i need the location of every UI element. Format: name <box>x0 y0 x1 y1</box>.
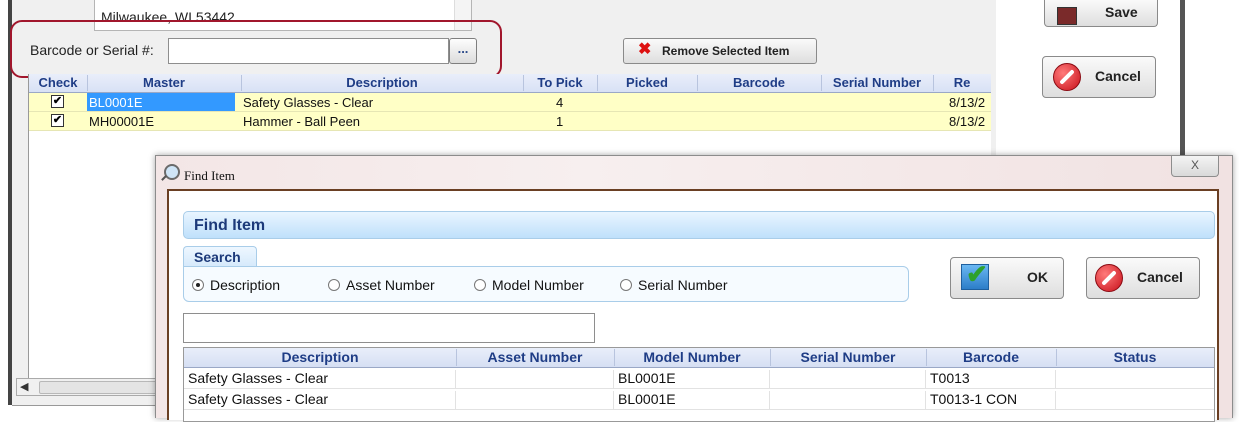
checkmark-icon <box>961 259 989 290</box>
col-header[interactable]: Serial Number <box>770 349 927 366</box>
cancel-icon <box>1053 63 1081 91</box>
dialog-body: Find Item Search Description Asset Numbe… <box>167 189 1219 422</box>
dialog-title: Find Item <box>184 168 235 183</box>
cancel-button[interactable]: Cancel <box>1042 56 1156 98</box>
col-header[interactable]: Barcode <box>926 349 1057 366</box>
description-cell: Safety Glasses - Clear <box>243 95 374 110</box>
re-cell: 8/13/2 <box>949 114 986 129</box>
search-tab-label: Search <box>194 249 241 265</box>
radio-selected-icon[interactable] <box>192 279 204 291</box>
cancel-icon <box>1095 264 1123 292</box>
cancel-label: Cancel <box>1095 68 1141 84</box>
col-header[interactable]: Status <box>1056 349 1214 366</box>
re-cell: 8/13/2 <box>949 95 986 110</box>
col-header[interactable]: Re <box>933 75 991 91</box>
table-row[interactable]: ✔ BL0001E Safety Glasses - Clear 4 8/13/… <box>29 93 991 112</box>
highlight-ring <box>10 20 502 78</box>
radio-label: Serial Number <box>638 277 728 293</box>
col-header[interactable]: Serial Number <box>821 75 934 91</box>
barcode-cell: T0013 <box>926 370 1056 388</box>
master-cell: BL0001E <box>89 95 143 110</box>
magnifier-icon <box>164 164 180 180</box>
dialog-title-bar[interactable]: Find Item X <box>156 156 1232 189</box>
save-label: Save <box>1105 4 1138 20</box>
col-header[interactable]: Check <box>29 75 88 91</box>
search-options-group: Description Asset Number Model Number Se… <box>183 266 909 302</box>
red-x-icon: ✖ <box>638 41 652 58</box>
results-grid: Description Asset Number Model Number Se… <box>183 347 1215 422</box>
radio-icon[interactable] <box>474 279 486 291</box>
dialog-header-bar: Find Item <box>183 211 1215 239</box>
model-cell: BL0001E <box>614 370 770 388</box>
close-button[interactable]: X <box>1171 156 1219 177</box>
horizontal-scrollbar[interactable]: ◀ <box>16 378 178 396</box>
save-icon <box>1057 7 1077 25</box>
description-cell: Safety Glasses - Clear <box>184 391 456 409</box>
col-header[interactable]: Model Number <box>614 349 771 366</box>
radio-icon[interactable] <box>620 279 632 291</box>
ok-button[interactable]: OK <box>950 257 1064 299</box>
search-tab[interactable]: Search <box>183 246 257 267</box>
asset-cell <box>456 391 614 409</box>
scroll-thumb[interactable] <box>39 381 171 394</box>
col-header[interactable]: Master <box>87 75 242 91</box>
status-cell <box>1056 391 1214 409</box>
dialog-content: Find Item Search Description Asset Numbe… <box>171 193 1215 422</box>
col-header[interactable]: Barcode <box>697 75 822 91</box>
results-header: Description Asset Number Model Number Se… <box>184 348 1214 368</box>
radio-label: Description <box>210 277 281 293</box>
col-header[interactable]: Description <box>184 349 457 366</box>
row-checkbox[interactable]: ✔ <box>51 114 64 127</box>
table-row[interactable]: Safety Glasses - Clear BL0001E T0013 <box>184 368 1214 389</box>
radio-serial-number[interactable]: Serial Number <box>620 277 727 293</box>
table-row[interactable]: ✔ MH00001E Hammer - Ball Peen 1 8/13/2 <box>29 112 991 131</box>
ok-label: OK <box>1027 269 1048 285</box>
radio-model-number[interactable]: Model Number <box>474 277 584 293</box>
remove-selected-item-button[interactable]: ✖ Remove Selected Item <box>623 38 817 64</box>
status-cell <box>1056 370 1214 388</box>
table-row[interactable]: Safety Glasses - Clear BL0001E T0013-1 C… <box>184 389 1214 410</box>
serial-cell <box>770 370 926 388</box>
description-cell: Safety Glasses - Clear <box>184 370 456 388</box>
to-pick-cell: 4 <box>556 95 564 110</box>
grid-header: Check Master Description To Pick Picked … <box>29 74 991 93</box>
asset-cell <box>456 370 614 388</box>
to-pick-cell: 1 <box>556 114 564 129</box>
radio-label: Model Number <box>492 277 584 293</box>
cancel-label: Cancel <box>1137 269 1183 285</box>
barcode-cell: T0013-1 CON <box>926 391 1056 409</box>
scroll-left-icon[interactable]: ◀ <box>20 380 28 393</box>
model-cell: BL0001E <box>614 391 770 409</box>
radio-label: Asset Number <box>346 277 435 293</box>
radio-asset-number[interactable]: Asset Number <box>328 277 435 293</box>
master-cell: MH00001E <box>89 114 155 129</box>
radio-icon[interactable] <box>328 279 340 291</box>
search-input[interactable] <box>183 313 595 343</box>
serial-cell <box>770 391 926 409</box>
dialog-cancel-button[interactable]: Cancel <box>1086 257 1200 299</box>
dialog-header: Find Item <box>194 217 266 234</box>
col-header[interactable]: To Pick <box>523 75 598 91</box>
description-cell: Hammer - Ball Peen <box>243 114 361 129</box>
col-header[interactable]: Asset Number <box>456 349 615 366</box>
radio-description[interactable]: Description <box>192 277 280 293</box>
col-header[interactable]: Description <box>241 75 524 91</box>
col-header[interactable]: Picked <box>597 75 698 91</box>
remove-button-label: Remove Selected Item <box>662 44 790 58</box>
save-button[interactable]: Save <box>1044 0 1158 27</box>
find-item-dialog: Find Item X Find Item Search Description… <box>155 155 1233 422</box>
row-checkbox[interactable]: ✔ <box>51 95 64 108</box>
